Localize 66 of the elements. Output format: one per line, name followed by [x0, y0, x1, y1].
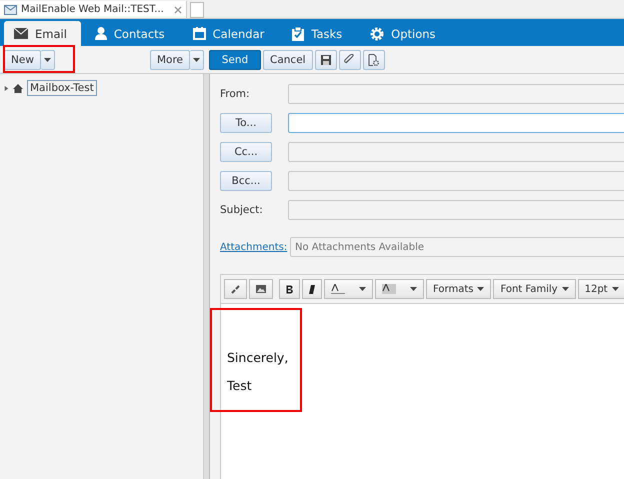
- to-field[interactable]: [288, 113, 624, 133]
- page-gear-icon: [368, 54, 380, 66]
- text-color-icon: [331, 284, 345, 294]
- bold-button[interactable]: [279, 279, 300, 299]
- save-button[interactable]: [314, 50, 337, 70]
- bcc-button[interactable]: Bcc...: [220, 171, 272, 191]
- text-color-button[interactable]: [324, 279, 373, 299]
- attachments-link[interactable]: Attachments:: [220, 242, 290, 252]
- caret-icon: [193, 58, 200, 62]
- attachments-field: No Attachments Available: [290, 237, 624, 257]
- image-icon: [256, 285, 266, 293]
- formats-dropdown[interactable]: Formats: [426, 279, 492, 299]
- italic-button[interactable]: [302, 279, 322, 299]
- cc-field[interactable]: [288, 142, 624, 162]
- person-icon: [94, 27, 107, 40]
- envelope-icon: [4, 4, 17, 14]
- caret-icon: [410, 287, 417, 291]
- from-field[interactable]: [288, 84, 624, 104]
- chain-link-icon: [231, 284, 240, 294]
- send-button[interactable]: Send: [209, 50, 261, 70]
- paperclip-icon: [344, 54, 356, 65]
- envelope-icon: [14, 28, 28, 39]
- caret-icon: [562, 287, 569, 291]
- highlight-color-icon: [382, 284, 396, 294]
- options-button[interactable]: [362, 50, 385, 70]
- dropdown-button[interactable]: [190, 50, 204, 70]
- nav-tab[interactable]: Calendar: [182, 21, 278, 46]
- subject-field[interactable]: [288, 200, 624, 220]
- highlight-frame: [3, 44, 75, 72]
- caret-icon: [612, 287, 619, 291]
- tab-title: MailEnable Web Mail::TEST...: [21, 4, 164, 15]
- bold-icon: [286, 284, 293, 294]
- cc-button[interactable]: Cc...: [220, 142, 272, 162]
- field-label: Subject:: [220, 204, 264, 216]
- body-text: Test: [227, 377, 253, 395]
- gear-icon: [370, 26, 384, 40]
- field-label: From:: [220, 88, 251, 100]
- link-button[interactable]: [224, 279, 247, 299]
- new-button[interactable]: New: [4, 50, 41, 70]
- nav-tab[interactable]: Contacts: [84, 21, 179, 46]
- bcc-field[interactable]: [288, 171, 624, 191]
- floppy-icon: [320, 54, 331, 64]
- image-button[interactable]: [249, 279, 273, 299]
- caret-icon: [44, 58, 51, 62]
- attach-button[interactable]: [338, 50, 361, 70]
- home-icon: [13, 84, 23, 92]
- close-icon[interactable]: [174, 6, 182, 14]
- tree-item[interactable]: Mailbox-Test: [27, 80, 97, 96]
- to-button[interactable]: To...: [220, 113, 272, 133]
- highlight-color-button[interactable]: [375, 279, 424, 299]
- dropdown-button[interactable]: [40, 50, 55, 70]
- more-button[interactable]: More: [150, 50, 190, 70]
- font-family-dropdown[interactable]: Font Family: [493, 279, 576, 299]
- caret-icon: [359, 287, 366, 291]
- browser-tab[interactable]: MailEnable Web Mail::TEST...: [0, 1, 187, 18]
- calendar-icon: [192, 27, 206, 40]
- cancel-button[interactable]: Cancel: [263, 50, 313, 70]
- body-text: Sincerely,: [227, 349, 290, 367]
- caret-icon: [477, 287, 484, 291]
- italic-icon: [309, 284, 315, 294]
- clipboard-icon: [292, 26, 304, 40]
- nav-tab[interactable]: Email: [4, 21, 81, 46]
- font-size-dropdown[interactable]: 12pt: [578, 279, 624, 299]
- nav-tab[interactable]: Tasks: [282, 21, 356, 46]
- nav-tab[interactable]: Options: [360, 21, 450, 46]
- expand-arrow-icon[interactable]: [4, 84, 9, 92]
